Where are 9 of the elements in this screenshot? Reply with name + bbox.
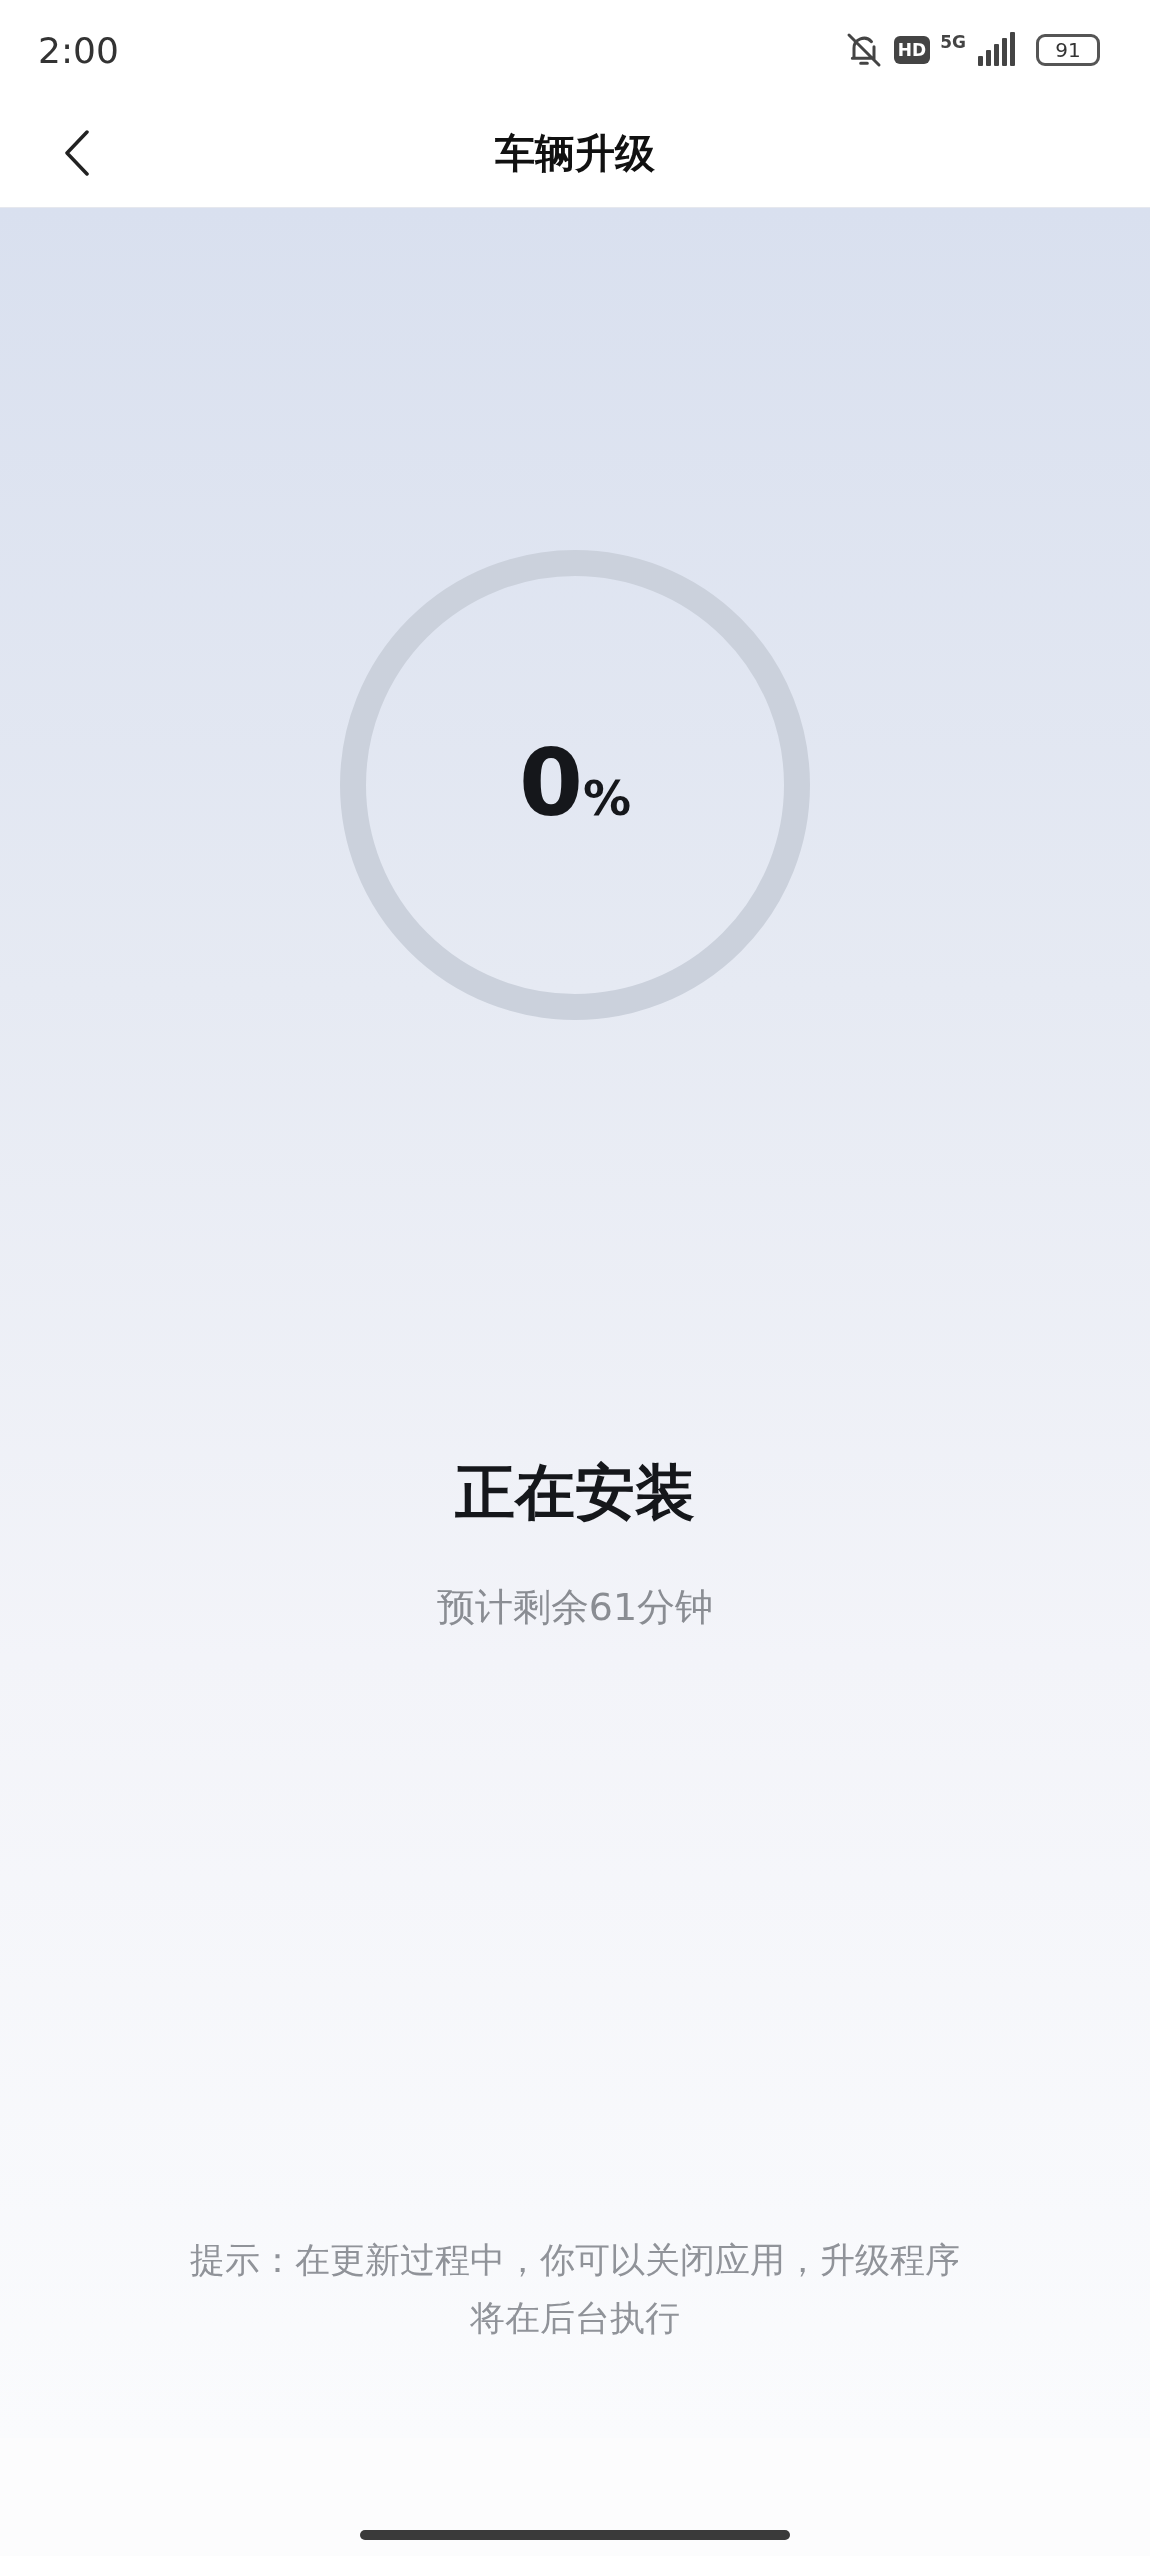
- battery-indicator: 91: [1036, 34, 1100, 66]
- progress-percent: 0%: [517, 730, 633, 839]
- time-remaining: 预计剩余61分钟: [436, 1584, 714, 1631]
- page-title: 车辆升级: [495, 129, 655, 178]
- status-time: 2:00: [38, 29, 119, 71]
- network-label: 5G: [940, 32, 966, 52]
- install-status: 正在安装: [455, 1456, 695, 1529]
- tip-text: 提示：在更新过程中，你可以关闭应用，升级程序将在后台执行: [189, 2239, 961, 2340]
- hd-badge: HD: [893, 36, 931, 64]
